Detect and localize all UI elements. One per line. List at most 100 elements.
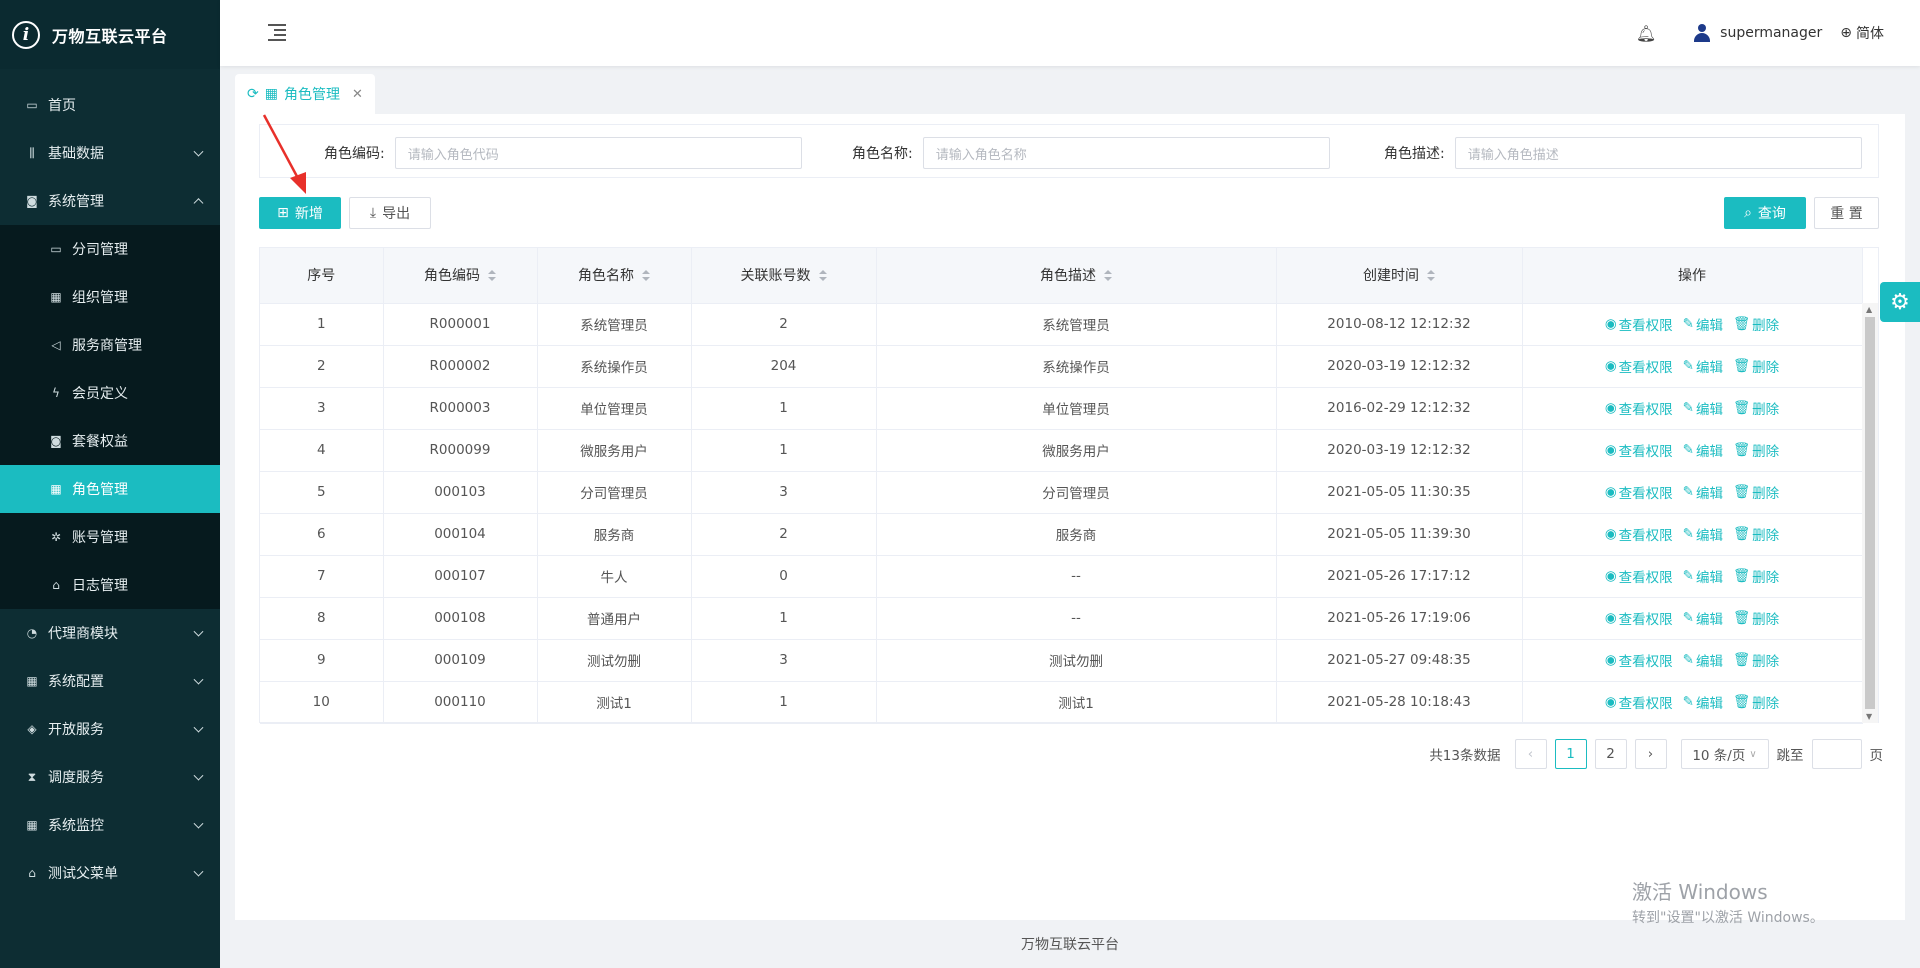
- role-code-input[interactable]: 请输入角色代码: [394, 137, 802, 169]
- sidebar-item-0[interactable]: ▭ 首页: [0, 81, 220, 129]
- tab-bar: ⟳ ▦ 角色管理 ✕: [235, 74, 375, 114]
- edit-link[interactable]: ✎ 编辑: [1683, 608, 1723, 628]
- sort-icon[interactable]: [488, 270, 496, 282]
- delete-link[interactable]: 🗑︎ 删除: [1733, 692, 1779, 712]
- edit-link[interactable]: ✎ 编辑: [1683, 398, 1723, 418]
- submenu-item-6[interactable]: ✲ 账号管理: [0, 513, 220, 561]
- operations-cell: ◉ 查看权限 ✎ 编辑 🗑︎ 删除: [1522, 681, 1863, 724]
- scroll-down-icon[interactable]: ▼: [1866, 712, 1872, 721]
- delete-link[interactable]: 🗑︎ 删除: [1733, 356, 1779, 376]
- settings-gear-icon[interactable]: ⚙: [1880, 282, 1920, 322]
- sort-icon[interactable]: [1427, 270, 1435, 282]
- role-desc-input[interactable]: 请输入角色描述: [1454, 137, 1862, 169]
- sort-icon[interactable]: [1104, 270, 1112, 282]
- export-button[interactable]: ⤓ 导出: [349, 197, 431, 229]
- pencil-icon: ✎: [1682, 568, 1694, 584]
- prev-page-button[interactable]: ‹: [1514, 739, 1547, 769]
- delete-link[interactable]: 🗑︎ 删除: [1733, 650, 1779, 670]
- reset-button[interactable]: 重 置: [1814, 197, 1879, 229]
- view-permission-link[interactable]: ◉ 查看权限: [1605, 566, 1673, 586]
- view-permission-link[interactable]: ◉ 查看权限: [1605, 398, 1673, 418]
- sidebar-item-4[interactable]: ▦ 系统配置: [0, 657, 220, 705]
- view-permission-link[interactable]: ◉ 查看权限: [1605, 524, 1673, 544]
- view-permission-link[interactable]: ◉ 查看权限: [1605, 356, 1673, 376]
- edit-link[interactable]: ✎ 编辑: [1683, 440, 1723, 460]
- sort-icon[interactable]: [818, 270, 827, 282]
- delete-link[interactable]: 🗑︎ 删除: [1733, 524, 1779, 544]
- refresh-icon[interactable]: ⟳: [247, 86, 259, 102]
- delete-link[interactable]: 🗑︎ 删除: [1733, 314, 1779, 334]
- sidebar-item-7[interactable]: ▦ 系统监控: [0, 801, 220, 849]
- sidebar-item-5[interactable]: ◈ 开放服务: [0, 705, 220, 753]
- edit-link[interactable]: ✎ 编辑: [1683, 482, 1723, 502]
- app-title: 万物互联云平台: [52, 26, 168, 46]
- table-cell: 2021-05-05 11:39:30: [1276, 513, 1523, 556]
- column-header[interactable]: 角色描述: [876, 248, 1277, 304]
- language-switch[interactable]: ⊕ 简体: [1840, 23, 1884, 43]
- submenu-item-7[interactable]: ⌂ 日志管理: [0, 561, 220, 609]
- role-desc-label: 角色描述:: [1384, 146, 1445, 162]
- logo[interactable]: i 万物互联云平台: [0, 0, 220, 69]
- chevron-down-icon: [193, 818, 204, 829]
- sidebar-item-2[interactable]: ◙ 系统管理: [0, 177, 220, 225]
- column-header[interactable]: 角色名称: [537, 248, 692, 304]
- page-size-select[interactable]: 10 条/页 ∨: [1680, 739, 1769, 769]
- user-menu[interactable]: supermanager: [1694, 24, 1822, 42]
- edit-link[interactable]: ✎ 编辑: [1683, 356, 1723, 376]
- delete-link[interactable]: 🗑︎ 删除: [1733, 608, 1779, 628]
- edit-link[interactable]: ✎ 编辑: [1683, 692, 1723, 712]
- sidebar-item-1[interactable]: ⫼ 基础数据: [0, 129, 220, 177]
- submenu-item-4[interactable]: ◙ 套餐权益: [0, 417, 220, 465]
- eye-icon: ◉: [1604, 568, 1617, 584]
- chevron-down-icon: [193, 626, 204, 637]
- role-name-input[interactable]: 请输入角色名称: [922, 137, 1330, 169]
- submenu-item-1[interactable]: ▦ 组织管理: [0, 273, 220, 321]
- edit-link[interactable]: ✎ 编辑: [1683, 314, 1723, 334]
- notification-bell-icon[interactable]: 🔔︎: [1636, 24, 1656, 43]
- menu-toggle-icon[interactable]: [268, 24, 286, 41]
- submenu-item-2[interactable]: ◁ 服务商管理: [0, 321, 220, 369]
- view-permission-link[interactable]: ◉ 查看权限: [1605, 440, 1673, 460]
- view-permission-link[interactable]: ◉ 查看权限: [1605, 692, 1673, 712]
- next-page-button[interactable]: ›: [1634, 739, 1667, 769]
- delete-link[interactable]: 🗑︎ 删除: [1733, 398, 1779, 418]
- chevron-down-icon: [193, 146, 204, 157]
- column-header[interactable]: 创建时间: [1276, 248, 1523, 304]
- delete-link[interactable]: 🗑︎ 删除: [1733, 482, 1779, 502]
- sort-icon[interactable]: [642, 270, 650, 282]
- column-header[interactable]: 关联账号数: [691, 248, 877, 304]
- scroll-thumb[interactable]: [1865, 317, 1875, 709]
- edit-link[interactable]: ✎ 编辑: [1683, 650, 1723, 670]
- page-2-button[interactable]: 2: [1594, 739, 1627, 769]
- edit-link[interactable]: ✎ 编辑: [1683, 524, 1723, 544]
- table-cell: 系统操作员: [876, 345, 1277, 388]
- page-1-button[interactable]: 1: [1554, 739, 1587, 769]
- submenu-item-0[interactable]: ▭ 分司管理: [0, 225, 220, 273]
- view-permission-link[interactable]: ◉ 查看权限: [1605, 608, 1673, 628]
- role-name-label: 角色名称:: [852, 146, 913, 162]
- sidebar-item-8[interactable]: ⌂ 测试父菜单: [0, 849, 220, 897]
- delete-link[interactable]: 🗑︎ 删除: [1733, 566, 1779, 586]
- sidebar-item-6[interactable]: ⧗ 调度服务: [0, 753, 220, 801]
- scroll-up-icon[interactable]: ▲: [1866, 305, 1872, 314]
- download-icon: ⤓: [369, 205, 377, 221]
- table-cell: 2: [691, 513, 877, 556]
- tab-role-management[interactable]: ⟳ ▦ 角色管理 ✕: [235, 74, 375, 114]
- delete-link[interactable]: 🗑︎ 删除: [1733, 440, 1779, 460]
- edit-link[interactable]: ✎ 编辑: [1683, 566, 1723, 586]
- table-scrollbar[interactable]: ▲ ▼: [1862, 303, 1878, 723]
- view-permission-link[interactable]: ◉ 查看权限: [1605, 314, 1673, 334]
- submenu-item-3[interactable]: ϟ 会员定义: [0, 369, 220, 417]
- sidebar-item-3[interactable]: ◔ 代理商模块: [0, 609, 220, 657]
- close-icon[interactable]: ✕: [352, 87, 363, 102]
- submenu-item-5[interactable]: ▦ 角色管理: [0, 465, 220, 513]
- grid-icon: ▦: [26, 674, 38, 688]
- view-permission-link[interactable]: ◉ 查看权限: [1605, 650, 1673, 670]
- jump-page-input[interactable]: [1811, 739, 1862, 769]
- query-button[interactable]: ⌕ 查询: [1724, 197, 1806, 229]
- view-permission-link[interactable]: ◉ 查看权限: [1605, 482, 1673, 502]
- column-header[interactable]: 角色编码: [383, 248, 538, 304]
- chevron-up-icon: [193, 198, 204, 209]
- add-button[interactable]: ⊞ 新增: [259, 197, 341, 229]
- table-cell: 3: [260, 387, 384, 430]
